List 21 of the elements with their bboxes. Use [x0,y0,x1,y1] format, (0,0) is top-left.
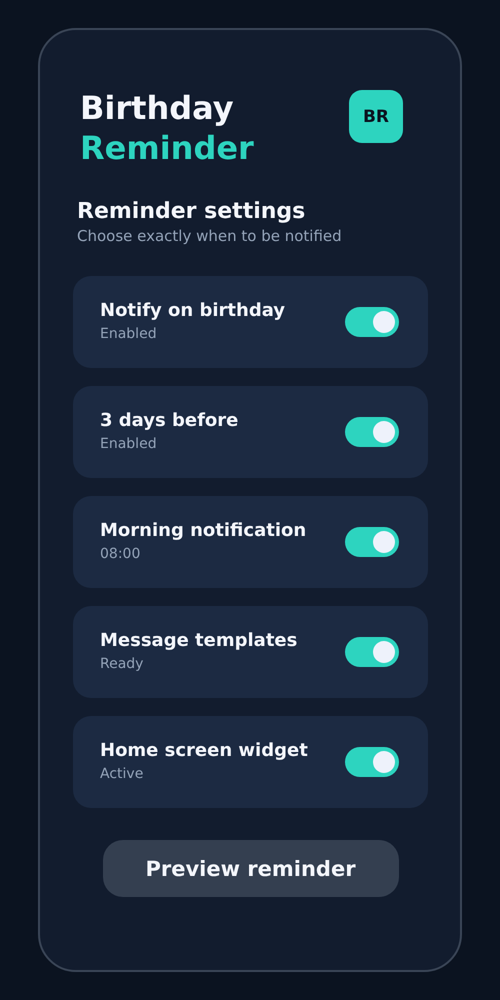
setting-label: Morning notification [100,519,306,543]
app-badge: BR [349,90,403,143]
toggle-switch[interactable] [345,637,399,667]
toggle-switch[interactable] [345,307,399,337]
setting-status: Enabled [100,325,158,344]
preview-button[interactable]: Preview reminder [102,840,398,897]
toggle-switch[interactable] [345,747,399,777]
setting-status: Active [100,765,144,784]
setting-label: Notify on birthday [100,299,286,323]
app-title: Birthday [80,88,235,128]
setting-label: Message templates [100,629,298,653]
section-subtitle: Choose exactly when to be notified [77,226,343,246]
setting-status: 08:00 [100,545,142,564]
section-title: Reminder settings [77,198,306,226]
toggle-switch[interactable] [345,527,399,557]
setting-label: 3 days before [100,409,238,433]
setting-status: Enabled [100,435,158,454]
setting-status: Ready [100,655,144,674]
setting-label: Home screen widget [100,739,308,763]
toggle-switch[interactable] [345,417,399,447]
app-title: Reminder [80,128,254,168]
